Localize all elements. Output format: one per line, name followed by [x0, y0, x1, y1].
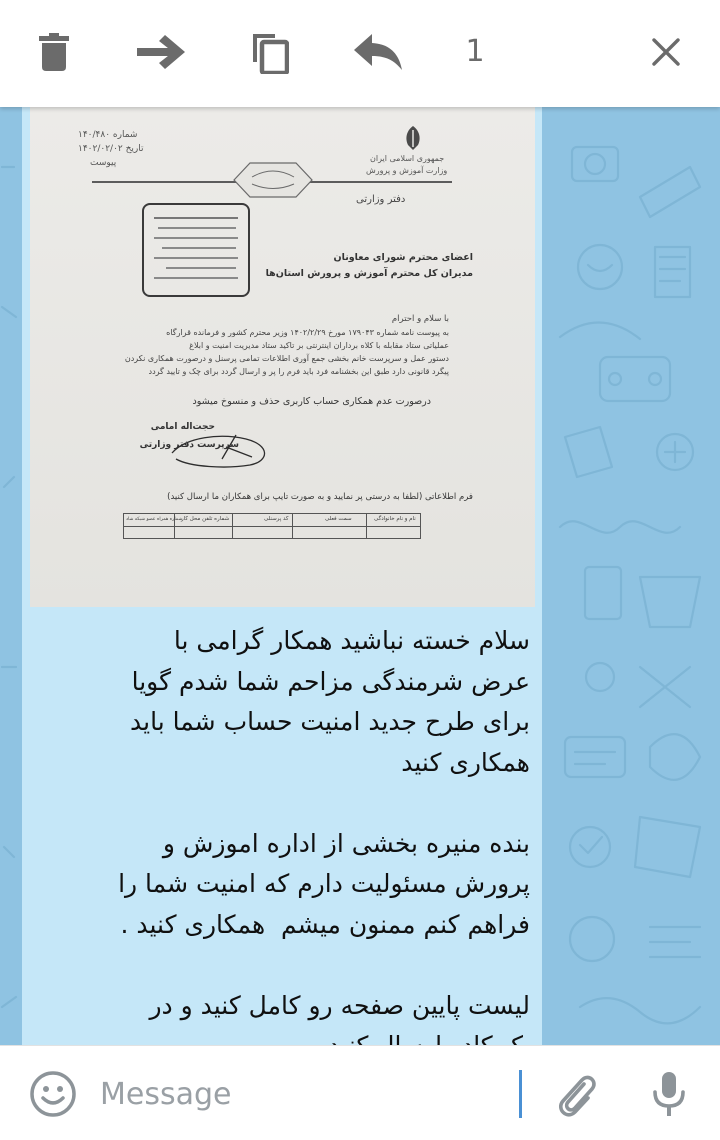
message-input-bar [0, 1045, 720, 1140]
delete-button[interactable] [28, 26, 80, 78]
microphone-button[interactable] [643, 1068, 695, 1120]
emblem-icon [406, 126, 420, 150]
doc-table-header-mobile: شماره همراه عضو شبکه شاد [126, 517, 183, 522]
selected-count: 1 [465, 34, 485, 69]
doc-body-line3: دستور عمل و سرپرست خانم بخشی جمع آوری اط… [124, 354, 449, 363]
reply-icon [354, 34, 402, 70]
forward-button[interactable] [135, 26, 187, 78]
smiley-icon [30, 1071, 76, 1117]
reply-button[interactable] [352, 26, 404, 78]
message-photo[interactable]: شماره ۱۴۰/۴۸۰ تاریخ ۱۴۰۲/۰۲/۰۲ پیوست جمه… [30, 107, 535, 607]
doc-body-line2: عملیاتی ستاد مقابله با کلاه برداران اینت… [189, 341, 449, 350]
message-bubble[interactable]: شماره ۱۴۰/۴۸۰ تاریخ ۱۴۰۲/۰۲/۰۲ پیوست جمه… [22, 107, 542, 1045]
message-caption: سلام خسته نباشید همکار گرامی با عرض شرمن… [118, 626, 530, 1045]
doc-stamp-box [142, 203, 250, 297]
document-image: شماره ۱۴۰/۴۸۰ تاریخ ۱۴۰۲/۰۲/۰۲ پیوست جمه… [30, 107, 535, 607]
doc-recipient2: مدیران کل محترم آموزش و پرورش استان‌ها [265, 268, 473, 279]
doc-warning: درصورت عدم همکاری حساب کاربری حذف و منسو… [192, 396, 431, 407]
copy-button[interactable] [243, 26, 295, 78]
selection-toolbar: 1 [0, 0, 720, 107]
arrow-right-icon [137, 35, 185, 69]
doc-form-note: فرم اطلاعاتی (لطفا به درستی پر نمایید و … [167, 492, 473, 502]
doc-ref-number: شماره ۱۴۰/۴۸۰ [78, 130, 138, 140]
attach-button[interactable] [550, 1068, 602, 1120]
trash-icon [39, 33, 69, 71]
doc-ref-attach: پیوست [90, 158, 117, 168]
doc-form-table: نام و نام خانوادگی سمت فعلی کد پرسنلی شم… [123, 513, 421, 539]
text-caret [519, 1070, 522, 1118]
close-button[interactable] [640, 26, 692, 78]
doc-recipient1: اعضای محترم شورای معاونان [333, 252, 473, 263]
emoji-button[interactable] [27, 1068, 79, 1120]
message-input[interactable] [100, 1070, 512, 1118]
doc-ornament-icon [233, 162, 313, 198]
doc-table-header-role: سمت فعلی [325, 516, 352, 522]
doc-table-header-name: نام و نام خانوادگی [374, 516, 416, 522]
doc-office: دفتر وزارتی [356, 194, 406, 205]
doc-table-header-phone: شماره تلفن محل کار [181, 516, 230, 522]
doc-table-header-code: کد پرسنلی [264, 516, 289, 522]
doc-emblem-line2: وزارت آموزش و پرورش [366, 166, 448, 175]
doc-emblem-line1: جمهوری اسلامی ایران [370, 154, 445, 163]
doc-body-line1: به پیوست نامه شماره ۱۷۹۰۴۳ مورخ ۱۴۰۲/۲/۲… [166, 328, 449, 337]
doc-ref-date: تاریخ ۱۴۰۲/۰۲/۰۲ [78, 144, 144, 154]
paperclip-icon [559, 1075, 596, 1117]
close-icon [652, 38, 680, 66]
microphone-icon [653, 1072, 685, 1116]
signature-scribble [171, 434, 266, 468]
doc-body-line4: پیگرد قانونی دارد طبق این بخشنامه فرد با… [148, 367, 449, 376]
doc-greeting: با سلام و احترام [391, 314, 449, 324]
copy-icon [253, 34, 289, 74]
